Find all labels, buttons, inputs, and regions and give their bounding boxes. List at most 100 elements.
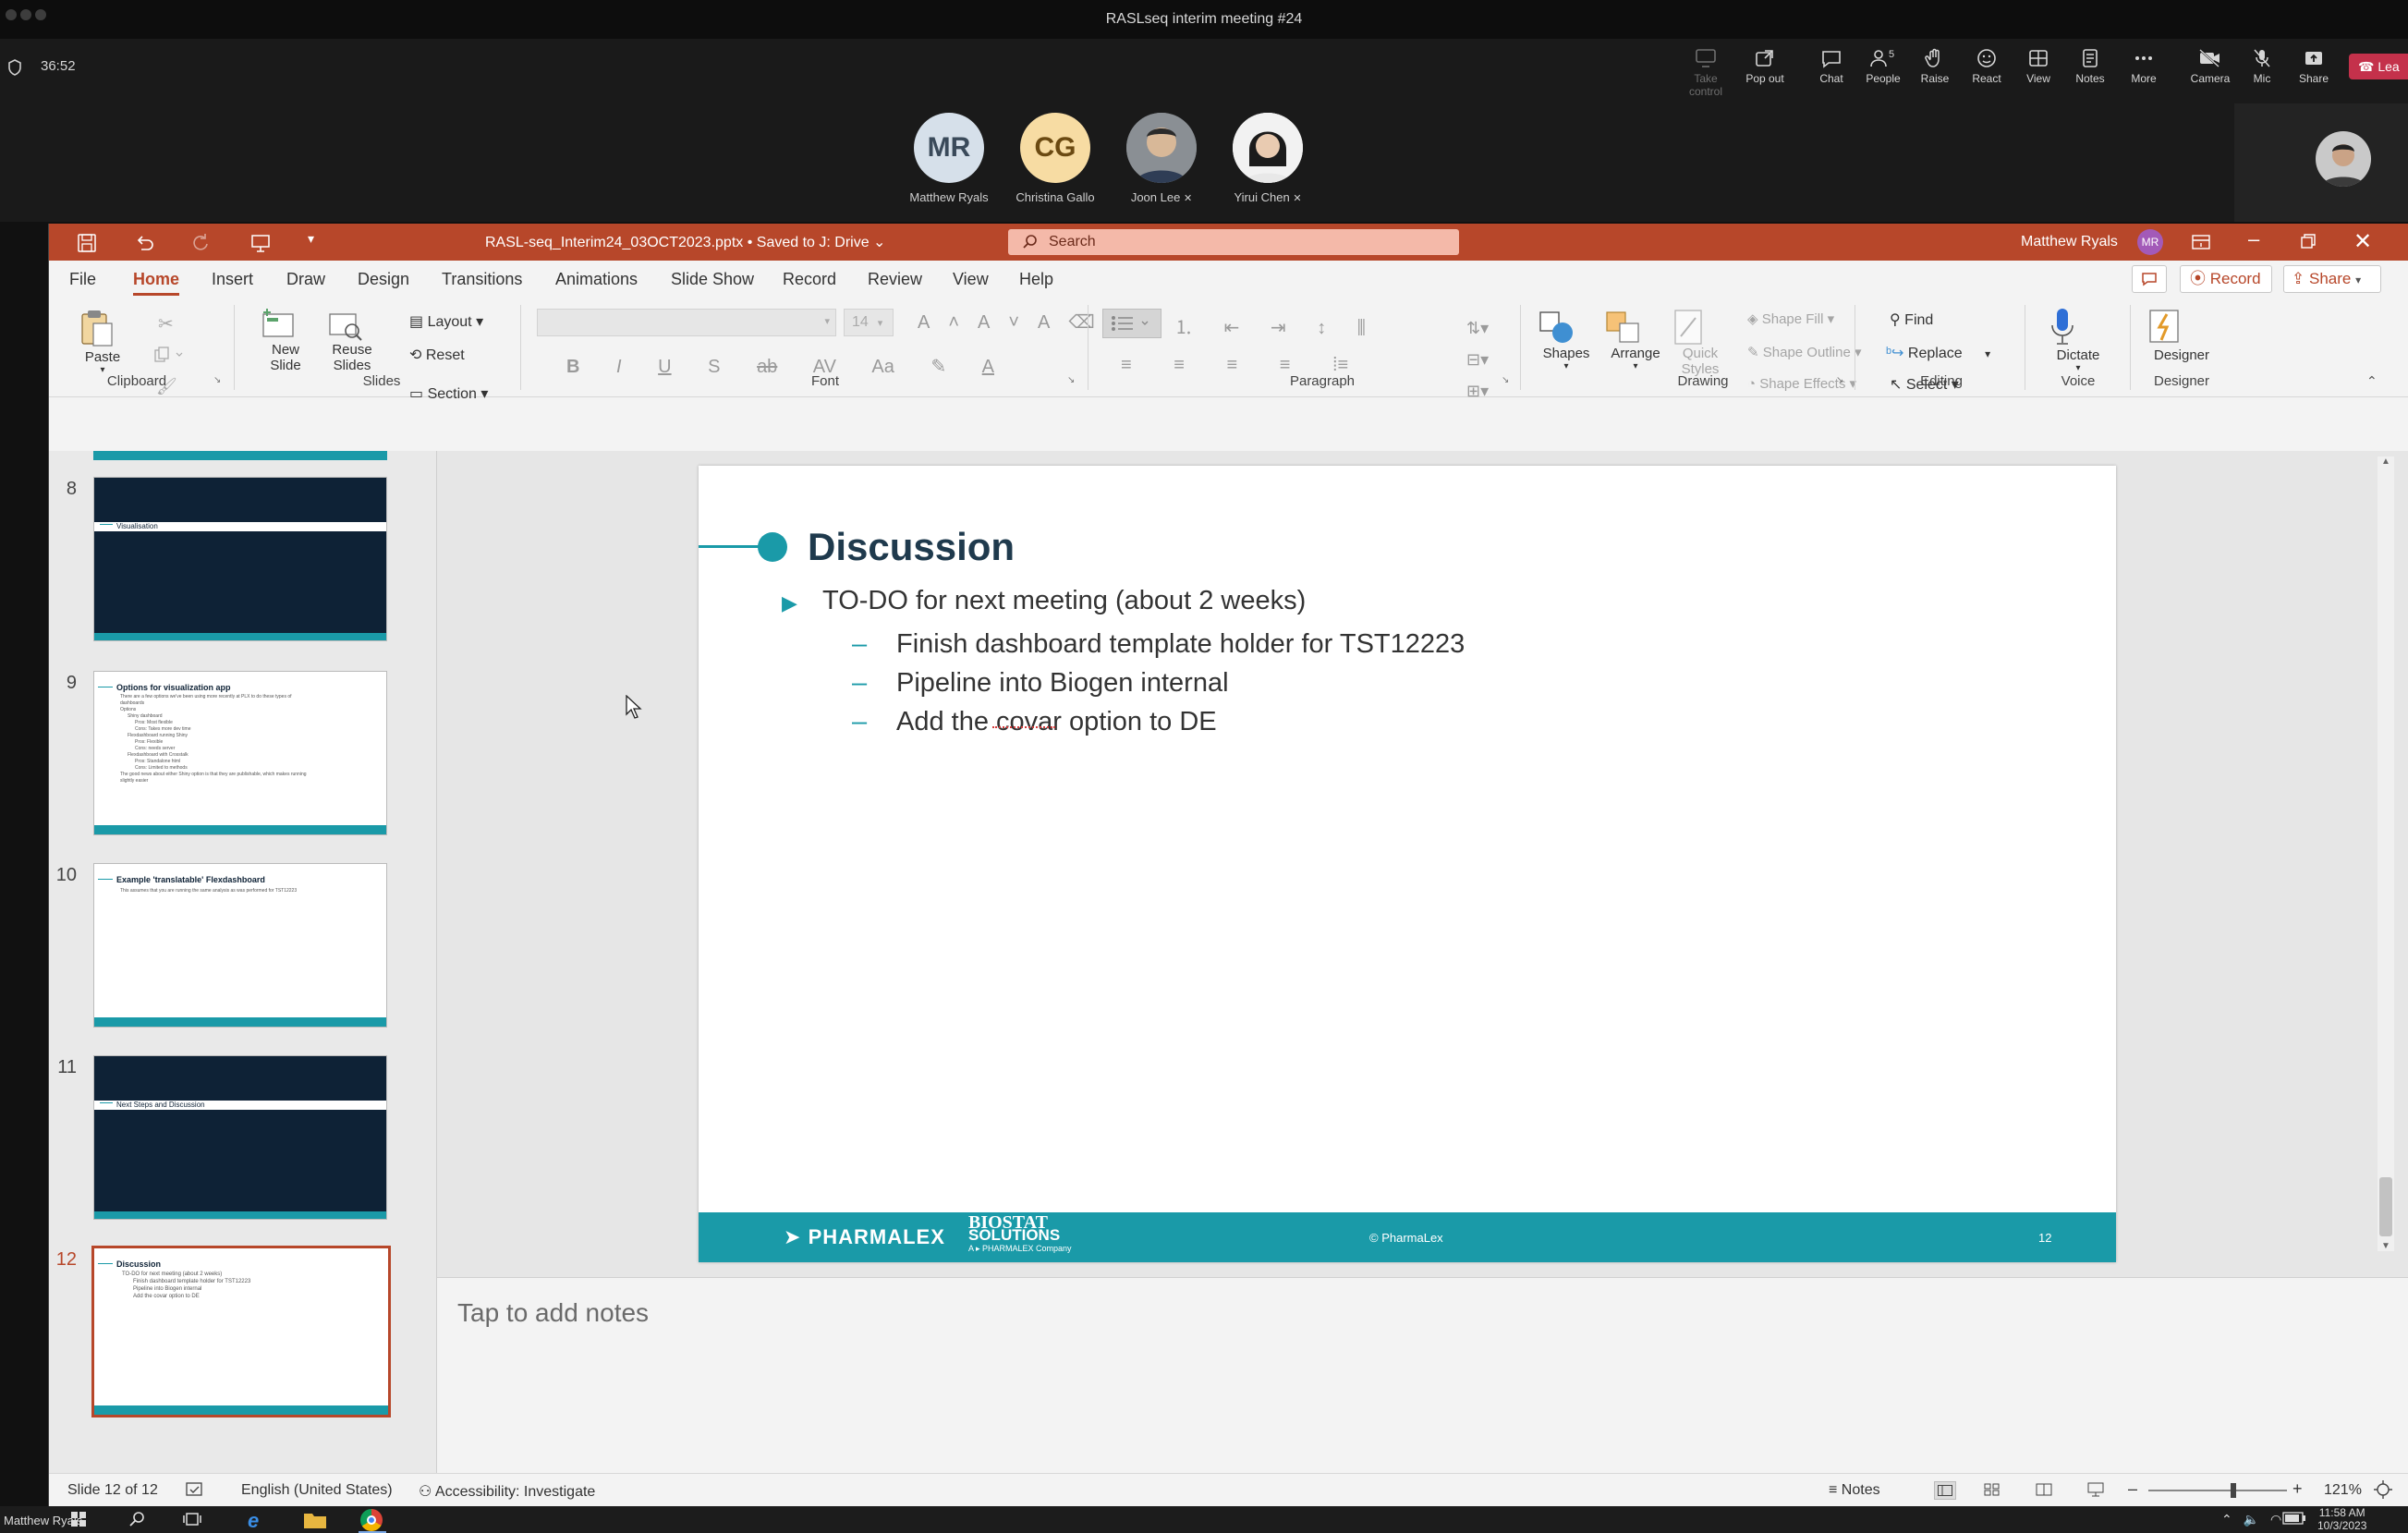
participant-tile[interactable]: Joon Lee ✕: [1111, 113, 1212, 204]
slide-thumbnail-10[interactable]: Example 'translatable' Flexdashboard Thi…: [93, 863, 387, 1028]
scroll-up-icon[interactable]: ▲: [2378, 456, 2394, 467]
file-explorer-icon[interactable]: [303, 1511, 327, 1529]
designer-button[interactable]: Designer: [2147, 307, 2217, 363]
shapes-button[interactable]: Shapes ▾: [1537, 309, 1596, 371]
font-size-buttons[interactable]: A˄A˅A⌫: [918, 310, 1113, 334]
slide-thumbnail-11[interactable]: Next Steps and Discussion: [93, 1055, 387, 1220]
save-icon[interactable]: [77, 233, 97, 253]
notes-pane[interactable]: Tap to add notes: [437, 1277, 2408, 1480]
slide-thumbnail-8[interactable]: Visualisation: [93, 477, 387, 641]
zoom-level[interactable]: 121%: [2324, 1482, 2362, 1499]
more-button[interactable]: More: [2116, 48, 2171, 94]
layout-button[interactable]: ▤ Layout ▾: [409, 312, 483, 331]
accessibility-checker[interactable]: ⚇ Accessibility: Investigate: [419, 1482, 595, 1501]
react-button[interactable]: React: [1959, 48, 2014, 94]
zoom-window-dot[interactable]: [35, 9, 46, 20]
customize-toolbar-icon[interactable]: ▾: [308, 231, 314, 247]
list-item[interactable]: Finish dashboard template holder for TST…: [896, 625, 1465, 663]
dialog-launcher-icon[interactable]: ↘: [1502, 375, 1509, 385]
zoom-slider-thumb[interactable]: [2230, 1483, 2236, 1498]
raise-hand-button[interactable]: Raise: [1907, 48, 1963, 94]
tab-record[interactable]: Record: [783, 261, 836, 298]
quick-styles-button[interactable]: Quick Styles: [1668, 309, 1733, 377]
text-direction-buttons[interactable]: ⇅▾ ⊟▾ ⊞▾: [1466, 312, 1489, 407]
reset-button[interactable]: ⟲ Reset: [409, 346, 465, 364]
slide-counter[interactable]: Slide 12 of 12: [67, 1482, 158, 1499]
dialog-launcher-icon[interactable]: ↘: [213, 375, 221, 385]
bullets-button[interactable]: [1102, 309, 1161, 338]
participant-tile[interactable]: MR Matthew Ryals: [898, 113, 1000, 204]
tab-insert[interactable]: Insert: [212, 261, 253, 298]
participant-tile[interactable]: Yirui Chen ✕: [1217, 113, 1319, 204]
windows-start-icon[interactable]: [70, 1511, 87, 1527]
reading-view-icon[interactable]: [2036, 1483, 2052, 1496]
camera-button[interactable]: Camera: [2183, 48, 2238, 94]
slide-show-icon[interactable]: [2087, 1482, 2104, 1497]
account-name[interactable]: Matthew Ryals: [2021, 234, 2118, 250]
notes-placeholder[interactable]: Tap to add notes: [457, 1298, 649, 1328]
scrollbar-thumb[interactable]: [2379, 1177, 2392, 1236]
share-screen-button[interactable]: Share: [2286, 48, 2341, 94]
spell-check-icon[interactable]: [186, 1481, 204, 1498]
list-item[interactable]: Pipeline into Biogen internal: [896, 663, 1465, 702]
copy-icon[interactable]: [152, 346, 184, 364]
minimize-icon[interactable]: –: [2248, 227, 2259, 251]
language-indicator[interactable]: English (United States): [241, 1482, 393, 1499]
notes-toggle-button[interactable]: ≡ Notes: [1829, 1482, 1880, 1499]
collapse-ribbon-icon[interactable]: ⌃: [2366, 373, 2378, 389]
paste-button[interactable]: Paste ▾: [77, 309, 128, 375]
participant-tile[interactable]: CG Christina Gallo: [1004, 113, 1106, 204]
font-size-select[interactable]: 14 ▾: [844, 309, 894, 336]
dialog-launcher-icon[interactable]: ↘: [1836, 375, 1843, 385]
present-from-start-icon[interactable]: [250, 233, 271, 253]
slide-bullet[interactable]: TO-DO for next meeting (about 2 weeks): [822, 586, 1306, 616]
zoom-in-icon[interactable]: +: [2292, 1479, 2303, 1499]
minimize-window-dot[interactable]: [20, 9, 31, 20]
record-button[interactable]: ⦿ Record: [2180, 265, 2272, 293]
tab-view[interactable]: View: [953, 261, 989, 298]
slide-sorter-icon[interactable]: [1984, 1483, 2001, 1496]
slide-sub-bullets[interactable]: Finish dashboard template holder for TST…: [896, 625, 1465, 741]
dictate-button[interactable]: Dictate ▾: [2049, 307, 2108, 373]
tab-home[interactable]: Home: [133, 261, 179, 298]
cut-icon[interactable]: ✂: [158, 312, 174, 335]
tab-file[interactable]: File: [69, 261, 96, 298]
chat-button[interactable]: Chat: [1804, 48, 1859, 94]
shape-fill-button[interactable]: ◈ Shape Fill ▾: [1747, 310, 1834, 327]
tab-slide-show[interactable]: Slide Show: [671, 261, 754, 298]
new-slide-button[interactable]: New Slide: [260, 309, 311, 373]
slide-thumbnail-9[interactable]: Options for visualization app There are …: [93, 671, 387, 835]
document-title[interactable]: RASL-seq_Interim24_03OCT2023.pptx • Save…: [485, 233, 885, 251]
replace-button[interactable]: ᵇ↪ Replace ▾: [1886, 344, 1990, 362]
tab-review[interactable]: Review: [868, 261, 922, 298]
zoom-out-icon[interactable]: –: [2128, 1479, 2137, 1499]
pop-out-button[interactable]: Pop out: [1737, 48, 1793, 94]
normal-view-button[interactable]: [1934, 1481, 1956, 1500]
dialog-launcher-icon[interactable]: ↘: [1067, 375, 1075, 385]
tab-transitions[interactable]: Transitions: [442, 261, 522, 298]
arrange-button[interactable]: Arrange ▾: [1603, 309, 1668, 371]
reuse-slides-button[interactable]: Reuse Slides: [326, 309, 378, 373]
notes-button[interactable]: Notes: [2062, 48, 2118, 94]
list-item[interactable]: Add the covar option to DE: [896, 702, 1465, 741]
people-button[interactable]: 5 People: [1855, 48, 1911, 94]
close-icon[interactable]: ✕: [2353, 228, 2372, 255]
mic-button[interactable]: Mic: [2234, 48, 2290, 94]
ribbon-display-options-icon[interactable]: [2191, 233, 2211, 251]
slide-canvas[interactable]: Discussion ▶ TO-DO for next meeting (abo…: [699, 466, 2116, 1262]
slide-title[interactable]: Discussion: [808, 525, 1015, 569]
slide-thumbnail-12[interactable]: Discussion TO-DO for next meeting (about…: [91, 1246, 391, 1417]
zoom-slider[interactable]: [2148, 1483, 2287, 1498]
taskbar-clock[interactable]: 11:58 AM 10/3/2023: [2317, 1506, 2366, 1532]
redo-icon[interactable]: [189, 233, 210, 253]
chrome-browser-icon[interactable]: [360, 1509, 383, 1531]
system-tray[interactable]: ⌃ 🔈 ◠: [2221, 1512, 2281, 1527]
close-window-dot[interactable]: [6, 9, 17, 20]
find-button[interactable]: ⚲ Find: [1890, 310, 1933, 329]
vertical-scrollbar[interactable]: ▲ ▼: [2378, 456, 2394, 1251]
leave-button[interactable]: ☎ Lea: [2349, 54, 2408, 79]
font-family-select[interactable]: ▾: [537, 309, 836, 336]
take-control-button[interactable]: Take control: [1678, 48, 1733, 98]
edge-browser-icon[interactable]: e: [248, 1509, 259, 1533]
restore-icon[interactable]: [2300, 233, 2317, 249]
